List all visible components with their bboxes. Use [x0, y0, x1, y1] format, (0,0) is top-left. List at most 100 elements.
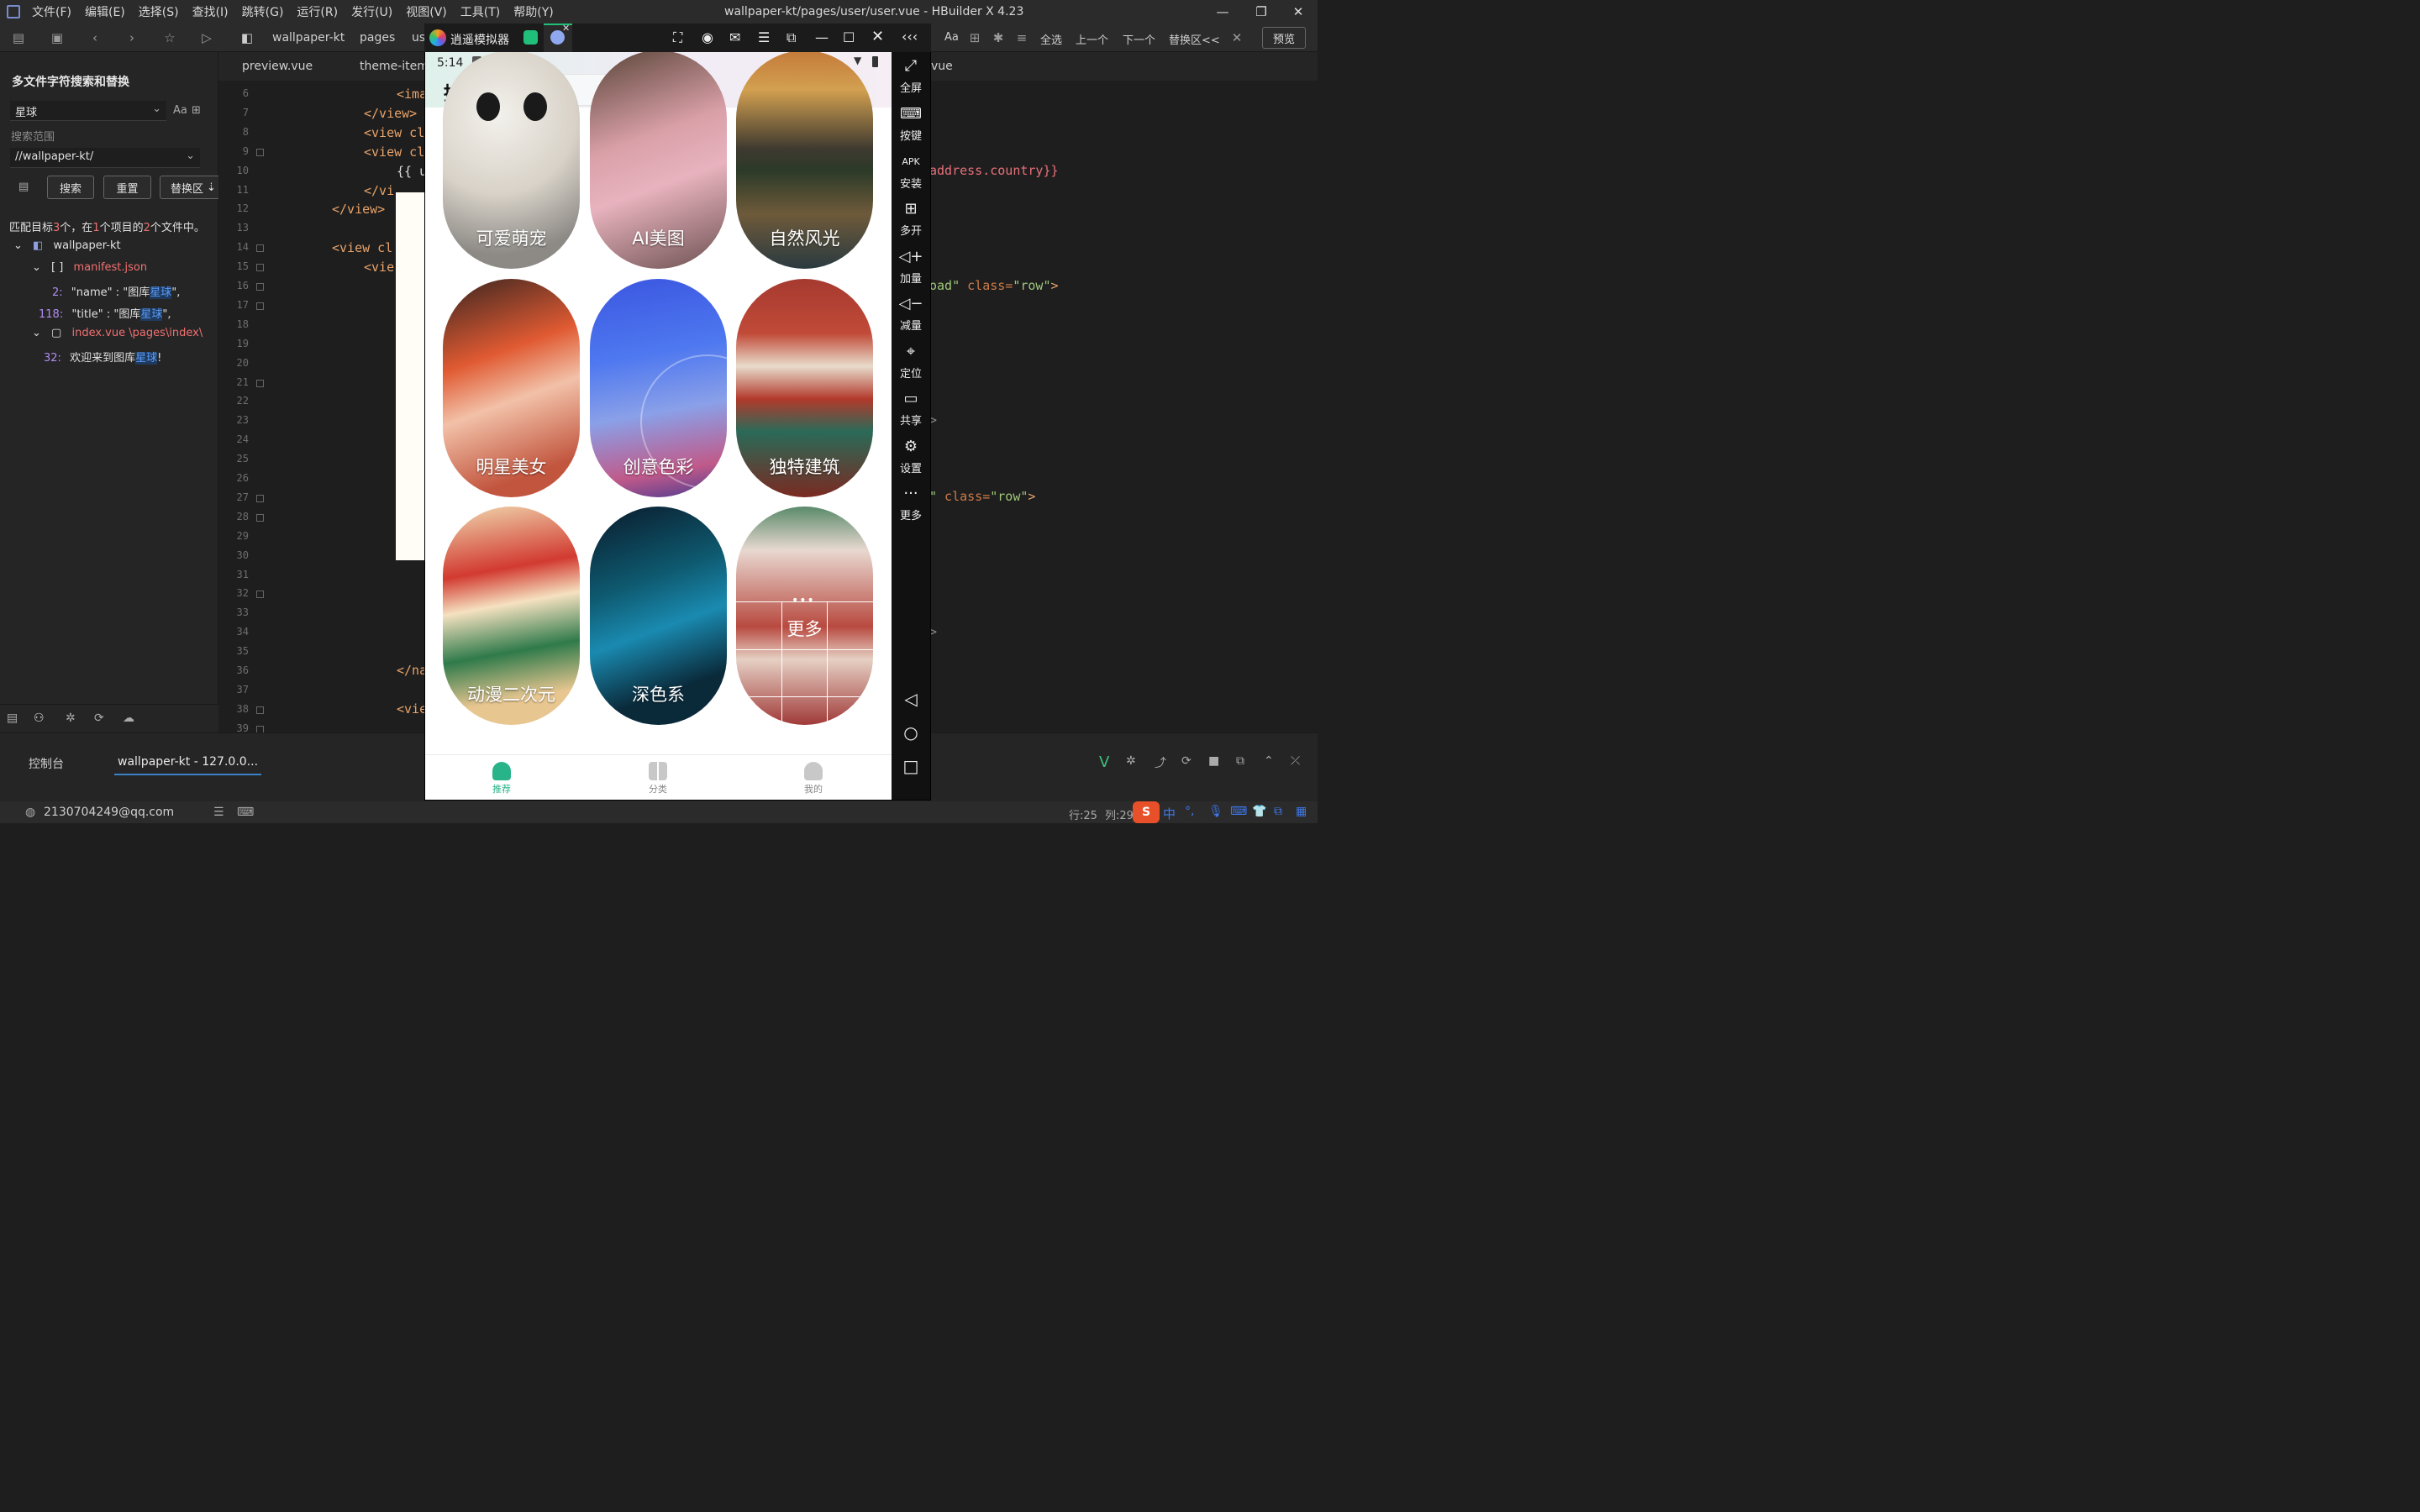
- search-input[interactable]: 星球 ⌄: [10, 101, 166, 121]
- multi-window-icon[interactable]: ⧉: [786, 29, 796, 46]
- sogou-ime-icon[interactable]: S: [1133, 801, 1160, 823]
- git-icon[interactable]: ⟳: [94, 711, 104, 725]
- volume-up-button[interactable]: ◁+ 加量: [892, 248, 930, 286]
- category-card-architecture[interactable]: 独特建筑: [736, 279, 873, 497]
- tree-file-index[interactable]: ⌄ ▢ index.vue \pages\index\: [32, 327, 203, 339]
- replace-toggle-button[interactable]: 替换区<<: [1169, 31, 1220, 47]
- prev-match-button[interactable]: 上一个: [1076, 31, 1108, 47]
- match-case-icon[interactable]: Aa: [173, 104, 187, 117]
- collapse-sidebar-icon[interactable]: ‹‹‹: [902, 29, 918, 45]
- android-back-button[interactable]: ◁: [892, 689, 930, 709]
- run-tab[interactable]: wallpaper-kt - 127.0.0...: [114, 755, 262, 775]
- fold-toggle-icon[interactable]: [256, 706, 264, 714]
- settings-button[interactable]: ⚙ 设置: [892, 438, 930, 475]
- chevron-down-icon[interactable]: ⌄: [152, 102, 161, 115]
- fold-toggle-icon[interactable]: [256, 302, 264, 310]
- fold-toggle-icon[interactable]: [256, 379, 264, 387]
- reset-button[interactable]: 重置: [103, 176, 151, 199]
- replace-button[interactable]: 替换区 ⇣: [160, 176, 220, 199]
- binoculars-icon[interactable]: ⚇: [34, 711, 45, 725]
- tab-theme-item[interactable]: theme-item: [360, 60, 429, 73]
- console-tab[interactable]: 控制台: [29, 755, 64, 772]
- restore-button[interactable]: ❐: [1242, 0, 1281, 24]
- nav-category[interactable]: 分类: [633, 762, 683, 795]
- select-all-button[interactable]: 全选: [1040, 31, 1062, 47]
- bookmark-icon[interactable]: ☆: [161, 29, 178, 46]
- fold-toggle-icon[interactable]: [256, 513, 264, 522]
- forward-icon[interactable]: ›: [124, 29, 140, 46]
- filter-icon[interactable]: ▤: [18, 181, 29, 193]
- category-card-pets[interactable]: 可爱萌宠: [443, 52, 580, 269]
- category-card-stars[interactable]: 明星美女: [443, 279, 580, 497]
- list-icon[interactable]: ☰: [213, 806, 224, 819]
- nav-mine[interactable]: 我的: [788, 762, 839, 795]
- whole-word-icon[interactable]: ⊞: [966, 29, 983, 46]
- result-row[interactable]: 2: "name" : "图库星球",: [52, 283, 180, 299]
- replay-icon[interactable]: ⟳: [1181, 754, 1192, 768]
- stop-icon[interactable]: ■: [1208, 754, 1219, 768]
- mic-icon[interactable]: 🎙: [1208, 805, 1223, 818]
- chevron-up-icon[interactable]: ⌃: [1264, 754, 1274, 768]
- fold-toggle-icon[interactable]: [256, 244, 264, 253]
- install-apk-button[interactable]: APK 安装: [892, 153, 930, 191]
- menu-select[interactable]: 选择(S): [139, 3, 179, 20]
- menu-help[interactable]: 帮助(Y): [513, 3, 553, 20]
- minimize-icon[interactable]: —: [815, 29, 829, 45]
- run-icon[interactable]: ▷: [198, 29, 215, 46]
- category-card-colors[interactable]: 创意色彩: [590, 279, 727, 497]
- whole-word-icon[interactable]: ⊞: [192, 104, 201, 117]
- category-card-anime[interactable]: 动漫二次元: [443, 507, 580, 725]
- next-match-button[interactable]: 下一个: [1123, 31, 1155, 47]
- bug-icon[interactable]: ✲: [1126, 754, 1136, 768]
- menu-run[interactable]: 运行(R): [297, 3, 338, 20]
- result-row[interactable]: 118: "title" : "图库星球",: [39, 305, 171, 321]
- wrap-icon[interactable]: ≡: [1013, 29, 1030, 46]
- fold-toggle-icon[interactable]: [256, 264, 264, 272]
- vue-icon[interactable]: V: [1099, 753, 1109, 771]
- keymap-button[interactable]: ⌨ 按键: [892, 105, 930, 143]
- minimize-button[interactable]: —: [1203, 0, 1242, 24]
- breadcrumb-user[interactable]: us: [412, 31, 425, 45]
- fold-toggle-icon[interactable]: [256, 283, 264, 291]
- menu-publish[interactable]: 发行(U): [351, 3, 392, 20]
- menu-file[interactable]: 文件(F): [32, 3, 71, 20]
- export-icon[interactable]: ⤴: [1155, 754, 1166, 771]
- menu-edit[interactable]: 编辑(E): [85, 3, 125, 20]
- mail-icon[interactable]: ✉: [729, 29, 740, 45]
- fullscreen-button[interactable]: ⤢ 全屏: [892, 57, 930, 95]
- menu-find[interactable]: 查找(I): [192, 3, 229, 20]
- user-account[interactable]: 2130704249@qq.com: [44, 806, 174, 819]
- fold-toggle-icon[interactable]: [256, 591, 264, 599]
- menu-icon[interactable]: ☰: [758, 29, 770, 45]
- fold-toggle-icon[interactable]: [256, 494, 264, 502]
- result-row[interactable]: 32: 欢迎来到图库星球!: [44, 349, 161, 365]
- punctuation-icon[interactable]: °,: [1185, 805, 1194, 818]
- menu-view[interactable]: 视图(V): [406, 3, 447, 20]
- breadcrumb-project[interactable]: wallpaper-kt: [272, 31, 345, 45]
- debug-icon[interactable]: ✲: [66, 711, 76, 725]
- chevron-down-icon[interactable]: ⌄: [186, 150, 195, 162]
- android-recents-button[interactable]: □: [892, 756, 930, 776]
- tree-file-manifest[interactable]: ⌄ [ ] manifest.json: [32, 261, 147, 274]
- save-icon[interactable]: ▣: [49, 29, 66, 46]
- category-card-ai[interactable]: AI美图: [590, 52, 727, 269]
- account-icon[interactable]: ◉: [702, 29, 713, 45]
- ime-mode[interactable]: 中: [1163, 805, 1176, 822]
- collapse-icon[interactable]: ⤫: [1291, 754, 1300, 768]
- open-external-icon[interactable]: ⧉: [1236, 754, 1244, 768]
- search-button[interactable]: 搜索: [47, 176, 94, 199]
- tab-user[interactable]: vue: [931, 60, 953, 73]
- category-card-more[interactable]: ••• 更多: [736, 507, 873, 725]
- multi-instance-button[interactable]: ⊞ 多开: [892, 200, 930, 238]
- more-button[interactable]: ··· 更多: [892, 485, 930, 522]
- volume-down-button[interactable]: ◁− 减量: [892, 295, 930, 333]
- scope-input[interactable]: //wallpaper-kt/ ⌄: [10, 148, 200, 168]
- back-icon[interactable]: ‹: [87, 29, 103, 46]
- grid-icon[interactable]: ▦: [1296, 805, 1307, 818]
- menu-tools[interactable]: 工具(T): [460, 3, 500, 20]
- category-card-nature[interactable]: 自然风光: [736, 52, 873, 269]
- terminal-icon[interactable]: ⌨: [237, 806, 254, 819]
- nav-recommend[interactable]: 推荐: [476, 762, 527, 795]
- close-button[interactable]: ✕: [1279, 0, 1318, 24]
- skin-icon[interactable]: 👕: [1252, 805, 1266, 818]
